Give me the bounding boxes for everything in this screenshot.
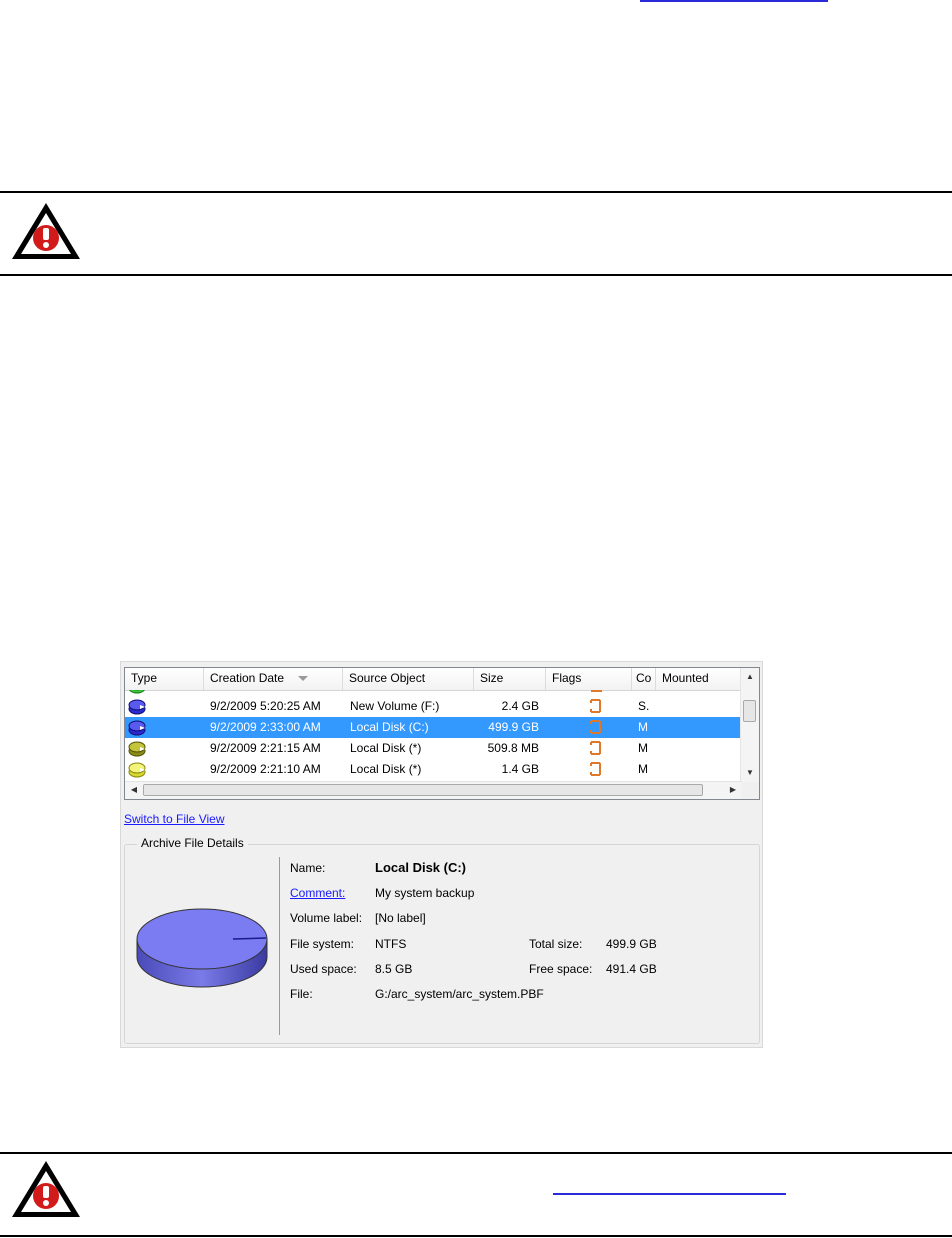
switch-to-file-view-link[interactable]: Switch to File View	[124, 812, 224, 826]
flag-icon	[591, 690, 602, 692]
details-divider	[279, 857, 280, 1035]
vertical-scrollbar[interactable]: ▲ ▼	[740, 668, 759, 783]
cell-comment: M	[638, 762, 648, 776]
scroll-left-icon[interactable]: ◀	[125, 783, 143, 797]
group-title: Archive File Details	[137, 836, 248, 850]
cell-source: Local Disk (C:)	[350, 720, 429, 734]
comment-link[interactable]: Comment:	[290, 886, 345, 900]
archive-file-details: Archive File Details Name: Local Disk (C…	[124, 836, 760, 1044]
col-source-object[interactable]: Source Object	[343, 668, 474, 690]
warning-icon	[12, 1161, 80, 1217]
cell-source: Local Disk (*)	[350, 762, 422, 776]
cell-size: 509.8 MB	[487, 741, 539, 755]
cell-comment: M	[638, 741, 648, 755]
col-size[interactable]: Size	[474, 668, 546, 690]
cell-date: 9/2/2009 5:20:25 AM	[210, 699, 321, 713]
cell-comment: S.	[638, 699, 650, 713]
disk-icon	[129, 690, 145, 694]
comment-value: My system backup	[375, 886, 475, 900]
disk-graphic-icon	[136, 908, 268, 988]
scroll-down-icon[interactable]: ▼	[741, 766, 759, 780]
col-comment[interactable]: Co	[632, 668, 656, 690]
col-creation-date-label: Creation Date	[210, 671, 285, 685]
free-space-label: Free space:	[529, 962, 593, 976]
cell-source: Local Disk (*)	[350, 741, 422, 755]
disk-icon	[128, 699, 146, 715]
scroll-right-icon[interactable]: ▶	[724, 783, 742, 797]
warning-top-rule	[0, 191, 952, 193]
total-size-value: 499.9 GB	[606, 937, 657, 951]
cell-date: 9/2/2009 2:33:00 AM	[210, 720, 321, 734]
cell-size: 499.9 GB	[488, 720, 539, 734]
disk-icon	[128, 720, 146, 736]
file-value: G:/arc_system/arc_system.PBF	[375, 987, 544, 1001]
list-header: Type Creation Date Source Object Size Fl…	[125, 668, 742, 691]
table-row[interactable]: 9/2/2009 5:20:25 AM New Volume (F:) 2.4 …	[125, 696, 742, 717]
cell-size: 2.4 GB	[501, 699, 539, 713]
volume-label-value: [No label]	[375, 911, 426, 925]
top-link-fragment[interactable]	[640, 0, 828, 2]
file-label: File:	[290, 987, 313, 1001]
cell-comment: M	[638, 720, 648, 734]
warning2-bottom-rule	[0, 1235, 952, 1237]
cell-date: 9/2/2009 2:21:15 AM	[210, 741, 321, 755]
used-space-value: 8.5 GB	[375, 962, 413, 976]
list-rows: 9/2/2009 5:20:25 AM New Volume (F:) 2.4 …	[125, 690, 742, 783]
name-label: Name:	[290, 861, 326, 875]
file-system-value: NTFS	[375, 937, 407, 951]
flag-icon	[590, 762, 601, 776]
volume-label-label: Volume label:	[290, 911, 363, 925]
warning-bottom-rule	[0, 274, 952, 276]
warning2-top-rule	[0, 1152, 952, 1154]
free-space-value: 491.4 GB	[606, 962, 657, 976]
flag-icon	[590, 720, 601, 734]
used-space-label: Used space:	[290, 962, 357, 976]
vertical-scroll-thumb[interactable]	[743, 700, 756, 722]
flag-icon	[590, 741, 601, 755]
table-row[interactable]: 9/2/2009 2:21:10 AM Local Disk (*) 1.4 G…	[125, 759, 742, 780]
sort-descending-icon	[298, 676, 309, 682]
total-size-label: Total size:	[529, 937, 583, 951]
disk-icon	[128, 762, 146, 778]
disk-icon	[128, 741, 146, 757]
col-creation-date[interactable]: Creation Date	[204, 668, 343, 690]
col-flags[interactable]: Flags	[546, 668, 632, 690]
cell-size: 1.4 GB	[501, 762, 539, 776]
archive-browser-panel: Type Creation Date Source Object Size Fl…	[120, 661, 763, 1048]
scroll-corner	[741, 782, 759, 799]
cell-date: 9/2/2009 2:21:10 AM	[210, 762, 321, 776]
table-row[interactable]: 9/2/2009 2:21:15 AM Local Disk (*) 509.8…	[125, 738, 742, 759]
warning-icon	[12, 203, 80, 259]
flag-icon	[590, 699, 601, 713]
horizontal-scrollbar[interactable]: ◀ ▶	[125, 781, 742, 799]
table-row-selected[interactable]: 9/2/2009 2:33:00 AM Local Disk (C:) 499.…	[125, 717, 742, 738]
name-value: Local Disk (C:)	[375, 860, 467, 875]
scroll-up-icon[interactable]: ▲	[741, 670, 759, 684]
archive-list: Type Creation Date Source Object Size Fl…	[124, 667, 760, 800]
col-mounted[interactable]: Mounted	[656, 668, 742, 690]
file-system-label: File system:	[290, 937, 355, 951]
horizontal-scroll-thumb[interactable]	[143, 784, 703, 796]
bottom-link-fragment[interactable]	[553, 1193, 786, 1195]
cell-source: New Volume (F:)	[350, 699, 440, 713]
col-type[interactable]: Type	[125, 668, 204, 690]
